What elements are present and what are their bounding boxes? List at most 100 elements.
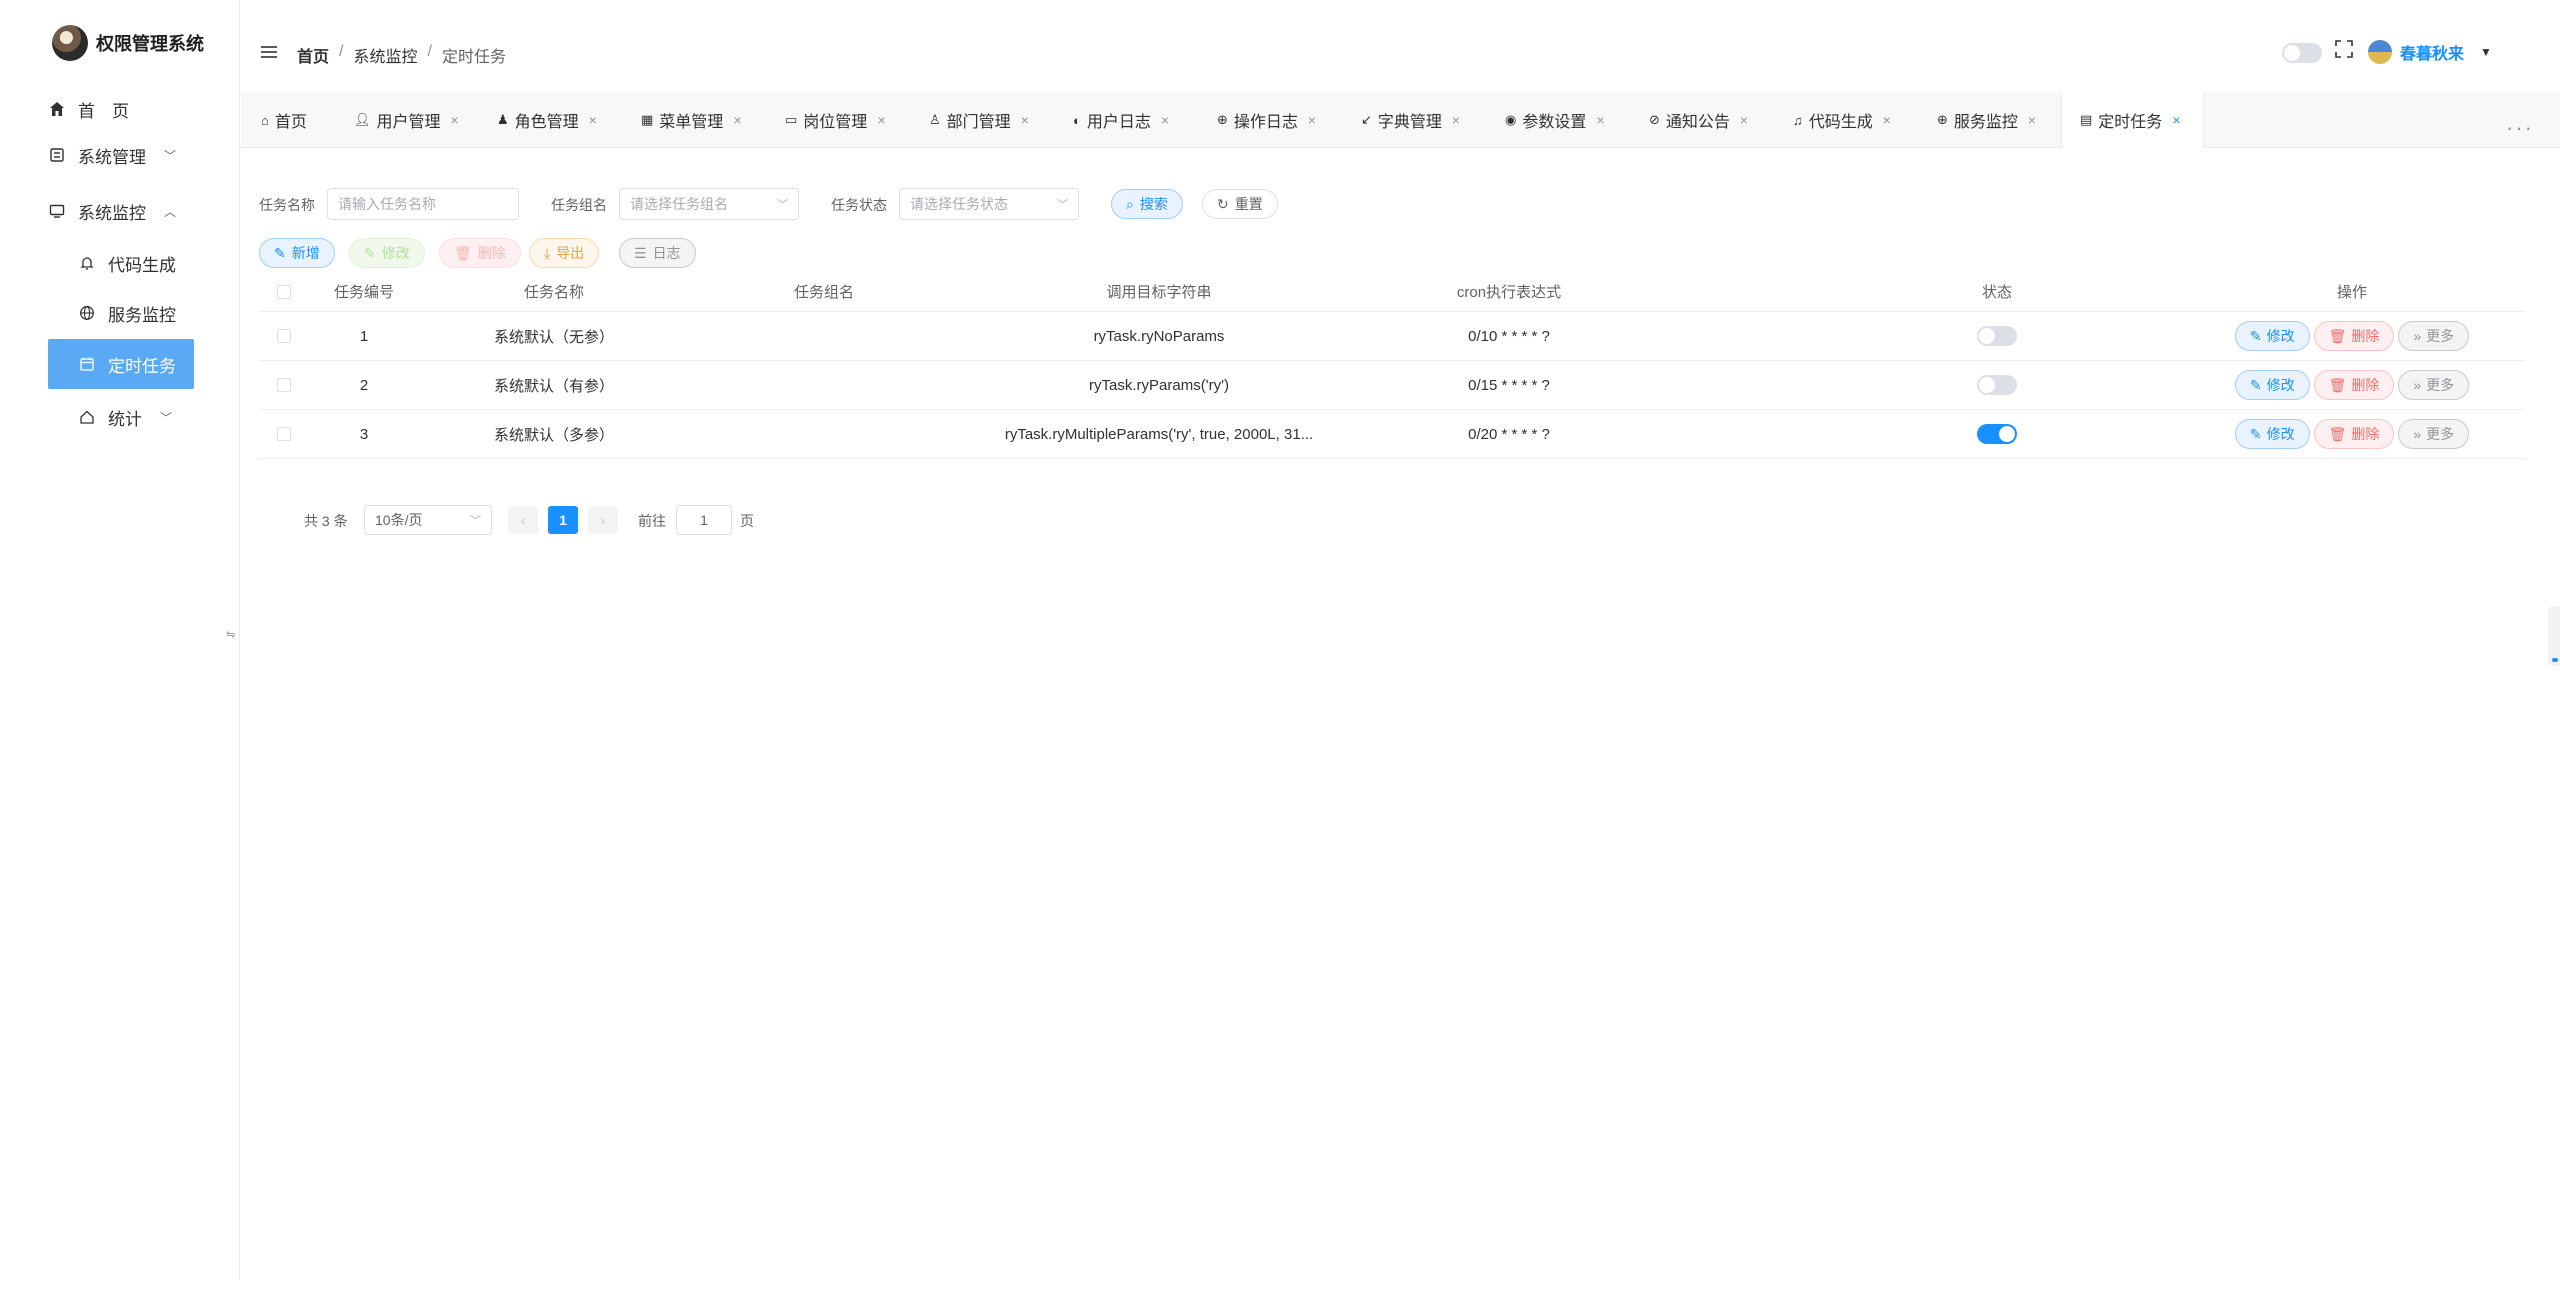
close-icon[interactable]: × — [2172, 112, 2180, 128]
breadcrumb-item-home[interactable]: 首页 — [297, 43, 329, 67]
prev-page-button[interactable]: ‹ — [508, 506, 538, 534]
log-button-label: 日志 — [652, 245, 681, 261]
post-icon: ▭ — [785, 112, 798, 127]
task-name-placeholder: 请输入任务名称 — [338, 196, 436, 212]
chrome-icon: ◉ — [1505, 112, 1517, 127]
tab-label: 服务监控 — [1953, 114, 2018, 131]
side-settings-handle[interactable] — [2548, 606, 2560, 666]
tab-home[interactable]: ⌂ 首页 — [251, 92, 317, 148]
tab-label: 菜单管理 — [659, 114, 724, 131]
goto-page-suffix: 页 — [740, 513, 754, 529]
sidebar-collapse-handle[interactable]: ⇋ — [226, 628, 235, 641]
sidebar-item-server-monitor[interactable]: 服务监控 — [48, 288, 194, 338]
tab-scheduled-task[interactable]: ▤ 定时任务 × — [2061, 92, 2204, 148]
home-icon — [48, 100, 66, 118]
task-status-select[interactable]: 请选择任务状态 ﹀ — [899, 188, 1079, 220]
system-icon — [48, 146, 66, 164]
row-more-button[interactable]: » 更多 — [2398, 419, 2470, 449]
cell-id: 2 — [359, 376, 369, 394]
close-icon[interactable]: × — [1740, 112, 1748, 128]
task-group-select[interactable]: 请选择任务组名 ﹀ — [619, 188, 799, 220]
tab-role-manage[interactable]: ♟ 角色管理 × — [487, 92, 607, 148]
add-button[interactable]: ✎ 新增 — [259, 238, 335, 268]
row-delete-button[interactable]: 🗑︎ 删除 — [2313, 321, 2395, 351]
row-checkbox[interactable] — [259, 361, 309, 409]
close-icon[interactable]: × — [451, 112, 459, 128]
row-actions: ✎ 修改 🗑︎ 删除 » 更多 — [2189, 361, 2515, 409]
col-header-ops: 操作 — [2336, 284, 2367, 301]
close-icon[interactable]: × — [1161, 112, 1169, 128]
log-button[interactable]: ☰ 日志 — [619, 238, 696, 268]
more-tabs-icon[interactable]: ··· — [2506, 115, 2534, 141]
user-menu[interactable]: 春暮秋来 ▼ — [2368, 40, 2492, 64]
tab-user-log[interactable]: ◐ 用户日志 × — [1063, 92, 1179, 148]
status-switch-cell — [1897, 410, 2097, 458]
close-icon[interactable]: × — [1883, 112, 1891, 128]
tab-post-manage[interactable]: ▭ 岗位管理 × — [775, 92, 896, 148]
select-all-checkbox[interactable] — [259, 272, 309, 311]
delete-button[interactable]: 🗑︎ 删除 — [439, 238, 521, 268]
tab-code-gen[interactable]: ♫ 代码生成 × — [1783, 92, 1901, 148]
page-size-select[interactable]: 10条/页 ﹀ — [364, 505, 492, 535]
trash-icon: 🗑︎ — [2328, 376, 2347, 393]
row-edit-button[interactable]: ✎ 修改 — [2234, 419, 2310, 449]
search-button[interactable]: ⌕ 搜索 — [1111, 189, 1183, 219]
sidebar-item-statistics[interactable]: 统计 ﹀ — [48, 392, 194, 442]
status-switch-cell — [1897, 312, 2097, 360]
sidebar-item-system-manage[interactable]: 系统管理 ﹀ — [48, 130, 194, 180]
hamburger-icon[interactable] — [261, 42, 277, 65]
row-checkbox[interactable] — [259, 312, 309, 360]
theme-toggle[interactable] — [2282, 43, 2322, 63]
globe-icon — [78, 304, 96, 322]
app-logo[interactable]: 权限管理系统 — [52, 24, 204, 62]
goto-page-input[interactable]: 1 — [676, 505, 732, 535]
close-icon[interactable]: × — [1596, 112, 1604, 128]
close-icon[interactable]: × — [1021, 112, 1029, 128]
next-page-button[interactable]: › — [588, 506, 618, 534]
fullscreen-icon[interactable] — [2335, 40, 2353, 64]
close-icon[interactable]: × — [1308, 112, 1316, 128]
role-icon: ♟ — [497, 112, 509, 127]
row-edit-button[interactable]: ✎ 修改 — [2234, 370, 2310, 400]
cell-name: 系统默认（有参） — [493, 377, 614, 395]
tab-server-monitor[interactable]: ⊕ 服务监控 × — [1927, 92, 2046, 148]
tab-param-settings[interactable]: ◉ 参数设置 × — [1495, 92, 1615, 148]
close-icon[interactable]: × — [877, 112, 885, 128]
close-icon[interactable]: × — [2028, 112, 2036, 128]
status-toggle[interactable] — [1977, 375, 2017, 395]
sidebar-item-system-monitor[interactable]: 系统监控 ︿ — [48, 186, 194, 236]
edit-square-icon: ✎ — [2249, 327, 2262, 344]
task-name-input[interactable]: 请输入任务名称 — [327, 188, 519, 220]
row-delete-button[interactable]: 🗑︎ 删除 — [2313, 419, 2395, 449]
table-header: 任务编号 任务名称 任务组名 调用目标字符串 cron执行表达式 状态 操作 — [259, 272, 2525, 312]
sidebar-item-home[interactable]: 首 页 — [48, 84, 194, 134]
reset-button[interactable]: ↻ 重置 — [1202, 189, 1278, 219]
close-icon[interactable]: × — [733, 112, 741, 128]
sidebar-item-scheduled-task[interactable]: 定时任务 — [48, 339, 194, 389]
row-more-button[interactable]: » 更多 — [2398, 370, 2470, 400]
tab-operation-log[interactable]: ⊕ 操作日志 × — [1207, 92, 1326, 148]
tab-label: 首页 — [274, 114, 307, 131]
col-header-name: 任务名称 — [523, 284, 584, 301]
edit-square-icon: ✎ — [364, 244, 376, 261]
row-more-button[interactable]: » 更多 — [2398, 321, 2470, 351]
close-icon[interactable]: × — [589, 112, 597, 128]
row-delete-button[interactable]: 🗑︎ 删除 — [2313, 370, 2395, 400]
edit-button[interactable]: ✎ 修改 — [349, 238, 425, 268]
tab-notice[interactable]: ⊘ 通知公告 × — [1639, 92, 1758, 148]
status-toggle[interactable] — [1977, 424, 2017, 444]
cell-target: ryTask.ryMultipleParams('ry', true, 2000… — [1004, 425, 1314, 443]
page-number-current[interactable]: 1 — [548, 506, 578, 534]
close-icon[interactable]: × — [1452, 112, 1460, 128]
row-checkbox[interactable] — [259, 410, 309, 458]
tab-user-manage[interactable]: 👤︎ 用户管理 × — [344, 92, 469, 148]
sidebar-item-code-gen[interactable]: 代码生成 — [48, 238, 194, 288]
top-header: 首页 / 系统监控 / 定时任务 春暮秋来 ▼ — [241, 0, 2560, 92]
row-edit-button[interactable]: ✎ 修改 — [2234, 321, 2310, 351]
export-button[interactable]: ⤓ 导出 — [529, 238, 600, 268]
tab-menu-manage[interactable]: ▦ 菜单管理 × — [631, 92, 752, 148]
tab-dept-manage[interactable]: ♙ 部门管理 × — [919, 92, 1039, 148]
breadcrumb-item-monitor[interactable]: 系统监控 — [353, 43, 417, 67]
tab-dict-manage[interactable]: ↙ 字典管理 × — [1351, 92, 1470, 148]
status-toggle[interactable] — [1977, 326, 2017, 346]
